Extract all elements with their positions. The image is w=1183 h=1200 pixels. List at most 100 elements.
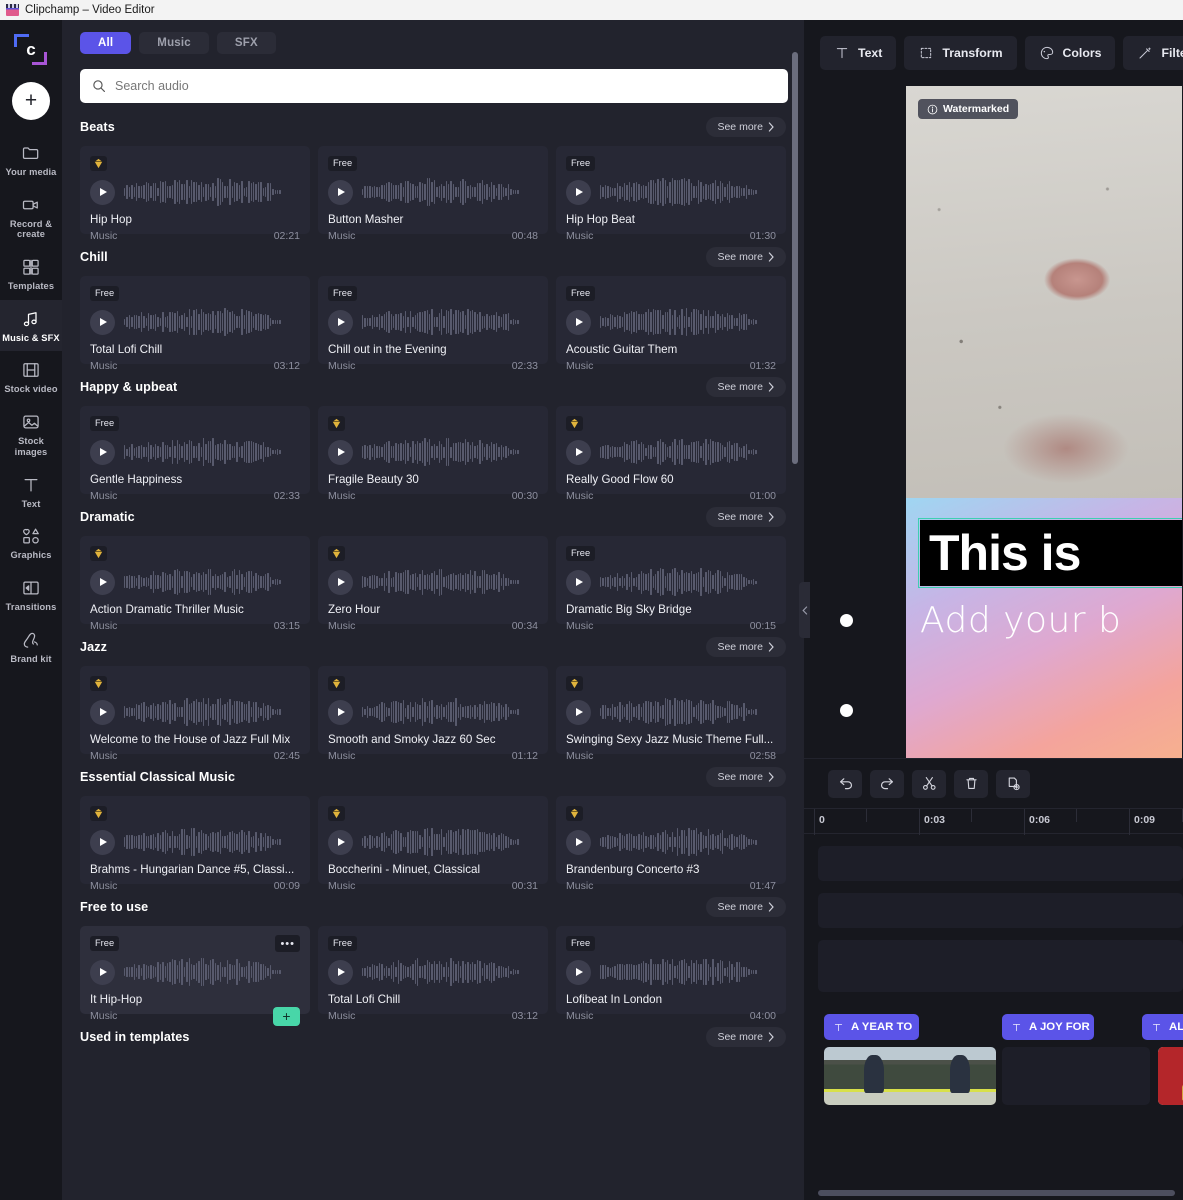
audio-card[interactable]: Brahms - Hungarian Dance #5, Classi...Mu… (80, 796, 310, 884)
timeline-ruler[interactable]: 00:030:060:09 (804, 808, 1183, 834)
audio-card[interactable]: FreeButton MasherMusic00:48 (318, 146, 548, 234)
audio-card[interactable]: FreeHip Hop BeatMusic01:30 (556, 146, 786, 234)
audio-card[interactable]: FreeTotal Lofi ChillMusic03:12 (318, 926, 548, 1014)
play-button[interactable] (566, 830, 591, 855)
audio-card[interactable]: FreeGentle HappinessMusic02:33 (80, 406, 310, 494)
sidebar-item-brand-kit[interactable]: Brand kit (0, 621, 62, 673)
timeline-track-placeholder[interactable] (818, 940, 1183, 992)
see-more-button[interactable]: See more (706, 637, 786, 657)
see-more-button[interactable]: See more (706, 1027, 786, 1047)
search-input[interactable]: Search audio (115, 79, 189, 93)
subline-text[interactable]: Add your b (920, 600, 1121, 641)
play-button[interactable] (90, 570, 115, 595)
selection-frame[interactable] (918, 518, 1182, 588)
timeline-track-placeholder[interactable] (818, 893, 1183, 928)
timeline-track-placeholder[interactable] (818, 846, 1183, 881)
track-meta-row: Music04:00 (566, 1008, 776, 1024)
add-to-timeline-button[interactable]: + (273, 1007, 300, 1026)
delete-button[interactable] (954, 770, 988, 798)
sidebar-item-your-media[interactable]: Your media (0, 134, 62, 186)
tab-music[interactable]: Music (139, 32, 209, 54)
tab-all[interactable]: All (80, 32, 131, 54)
audio-card[interactable]: FreeTotal Lofi ChillMusic03:12 (80, 276, 310, 364)
tab-sfx[interactable]: SFX (217, 32, 276, 54)
library-scrollbar[interactable] (792, 52, 798, 464)
play-button[interactable] (90, 310, 115, 335)
audio-card[interactable]: Really Good Flow 60Music01:00 (556, 406, 786, 494)
sidebar-item-transitions[interactable]: Transitions (0, 569, 62, 621)
see-more-button[interactable]: See more (706, 767, 786, 787)
play-button[interactable] (328, 700, 353, 725)
play-button[interactable] (328, 310, 353, 335)
play-button[interactable] (566, 310, 591, 335)
audio-card[interactable]: Swinging Sexy Jazz Music Theme Full...Mu… (556, 666, 786, 754)
video-canvas[interactable]: Watermarked This is Add your b (906, 86, 1182, 758)
sidebar-item-templates[interactable]: Templates (0, 248, 62, 300)
play-button[interactable] (328, 960, 353, 985)
redo-button[interactable] (870, 770, 904, 798)
play-button[interactable] (90, 700, 115, 725)
audio-card[interactable]: Free•••It Hip-HopMusic+ (80, 926, 310, 1014)
text-clip[interactable]: A YEAR TO (824, 1014, 919, 1040)
see-more-button[interactable]: See more (706, 247, 786, 267)
add-media-button[interactable]: + (12, 82, 50, 120)
play-button[interactable] (566, 180, 591, 205)
audio-card[interactable]: Boccherini - Minuet, ClassicalMusic00:31 (318, 796, 548, 884)
timeline-horizontal-scrollbar[interactable] (818, 1190, 1175, 1196)
audio-card[interactable]: Smooth and Smoky Jazz 60 SecMusic01:12 (318, 666, 548, 754)
video-clip[interactable] (824, 1047, 996, 1105)
audio-card[interactable]: Brandenburg Concerto #3Music01:47 (556, 796, 786, 884)
text-clip[interactable]: ALWA (1142, 1014, 1183, 1040)
play-button[interactable] (90, 960, 115, 985)
sidebar-item-text[interactable]: Text (0, 466, 62, 518)
audio-card[interactable]: FreeDramatic Big Sky BridgeMusic00:15 (556, 536, 786, 624)
sidebar-item-record-create[interactable]: Record & create (0, 186, 62, 248)
sidebar-item-label: Graphics (10, 550, 51, 561)
play-button[interactable] (90, 440, 115, 465)
property-tab-palette[interactable]: Colors (1025, 36, 1116, 70)
video-clip[interactable] (1158, 1047, 1183, 1105)
sidebar-item-graphics[interactable]: Graphics (0, 517, 62, 569)
see-more-button[interactable]: See more (706, 117, 786, 137)
audio-card[interactable]: FreeChill out in the EveningMusic02:33 (318, 276, 548, 364)
empty-clip-slot[interactable] (1002, 1047, 1150, 1105)
see-more-button[interactable]: See more (706, 507, 786, 527)
audio-card[interactable]: Welcome to the House of Jazz Full MixMus… (80, 666, 310, 754)
play-button[interactable] (566, 960, 591, 985)
undo-button[interactable] (828, 770, 862, 798)
play-button[interactable] (90, 180, 115, 205)
play-button[interactable] (328, 570, 353, 595)
sidebar-item-music-sfx[interactable]: Music & SFX (0, 300, 62, 352)
audio-card[interactable]: Fragile Beauty 30Music00:30 (318, 406, 548, 494)
selection-handle-bottom-left[interactable] (840, 704, 853, 717)
sidebar-item-stock-video[interactable]: Stock video (0, 351, 62, 403)
play-button[interactable] (566, 700, 591, 725)
property-tab-text[interactable]: Text (820, 36, 896, 70)
selection-handle-top-left[interactable] (840, 614, 853, 627)
audio-card[interactable]: Hip HopMusic02:21 (80, 146, 310, 234)
see-more-button[interactable]: See more (706, 377, 786, 397)
play-button[interactable] (566, 570, 591, 595)
card-more-menu-button[interactable]: ••• (275, 935, 300, 952)
sidebar-item-stock-images[interactable]: Stock images (0, 403, 62, 465)
see-more-button[interactable]: See more (706, 897, 786, 917)
play-button[interactable] (328, 180, 353, 205)
audio-card[interactable]: FreeLofibeat In LondonMusic04:00 (556, 926, 786, 1014)
play-icon (338, 708, 345, 716)
clipchamp-logo: c (11, 30, 51, 70)
collapse-panel-handle[interactable] (799, 582, 810, 638)
duplicate-button[interactable] (996, 770, 1030, 798)
audio-card[interactable]: Zero HourMusic00:34 (318, 536, 548, 624)
property-tab-filters[interactable]: Filters (1123, 36, 1183, 70)
search-audio-bar[interactable]: Search audio (80, 69, 788, 103)
play-button[interactable] (90, 830, 115, 855)
split-button[interactable] (912, 770, 946, 798)
property-tab-transform[interactable]: Transform (904, 36, 1016, 70)
play-icon (576, 708, 583, 716)
text-clip[interactable]: A JOY FOR (1002, 1014, 1094, 1040)
audio-card[interactable]: Action Dramatic Thriller MusicMusic03:15 (80, 536, 310, 624)
audio-card[interactable]: FreeAcoustic Guitar ThemMusic01:32 (556, 276, 786, 364)
play-button[interactable] (328, 830, 353, 855)
play-button[interactable] (566, 440, 591, 465)
play-button[interactable] (328, 440, 353, 465)
